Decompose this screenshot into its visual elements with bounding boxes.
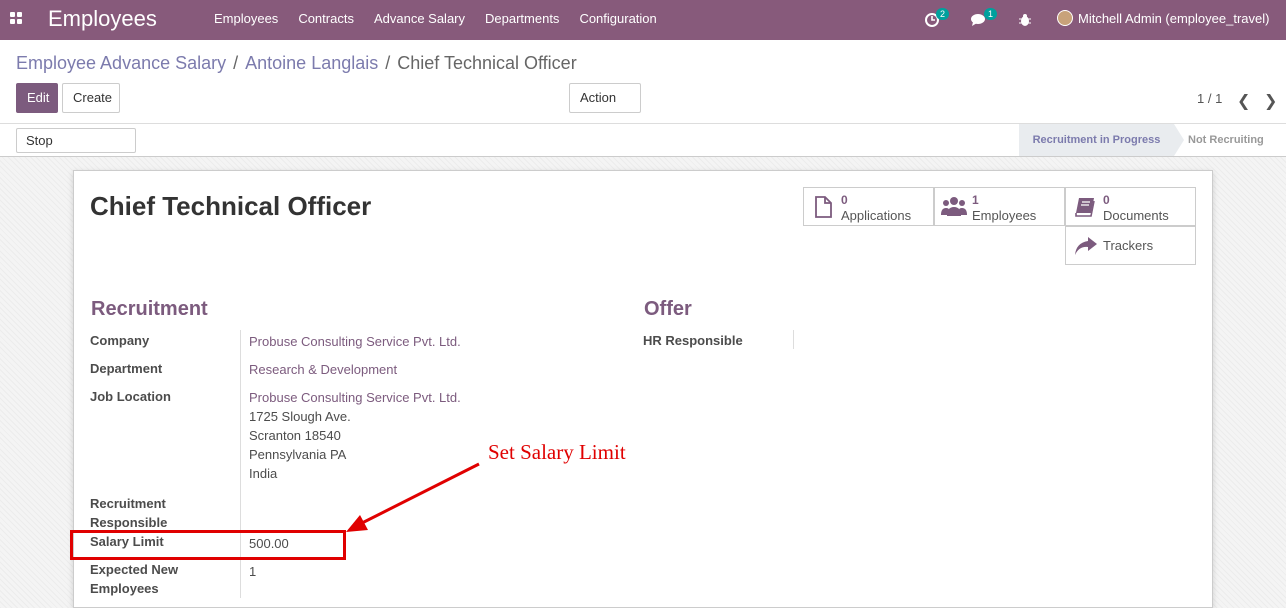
menu-departments[interactable]: Departments — [485, 11, 559, 26]
address-line: Scranton 18540 — [249, 428, 341, 443]
breadcrumb-advance-salary[interactable]: Employee Advance Salary — [16, 53, 226, 73]
avatar — [1057, 10, 1073, 26]
breadcrumb-employee[interactable]: Antoine Langlais — [245, 53, 378, 73]
pager-value[interactable]: 1 / 1 — [1197, 91, 1222, 106]
bug-icon — [1019, 14, 1031, 26]
file-icon — [815, 196, 832, 218]
address-line: 1725 Slough Ave. — [249, 409, 351, 424]
main-menu: Employees Contracts Advance Salary Depar… — [204, 11, 667, 26]
job-location-label: Job Location — [90, 389, 171, 404]
recruitment-section-title: Recruitment — [91, 298, 208, 320]
previous-icon[interactable]: ❮ — [1237, 91, 1250, 111]
documents-button[interactable]: 0 Documents — [1065, 187, 1196, 226]
expected-new-employees-label: Expected New Employees — [90, 562, 179, 596]
stage-not-recruiting[interactable]: Not Recruiting — [1188, 124, 1264, 156]
hr-responsible-label: HR Responsible — [643, 333, 743, 348]
menu-contracts[interactable]: Contracts — [298, 11, 354, 26]
company-value[interactable]: Probuse Consulting Service Pvt. Ltd. — [249, 332, 461, 351]
offer-section-title: Offer — [644, 298, 692, 320]
applications-button[interactable]: 0 Applications — [803, 187, 934, 226]
apps-menu-icon[interactable] — [10, 12, 22, 24]
app-title: Employees — [48, 6, 157, 31]
book-icon — [1075, 198, 1095, 217]
top-navbar: Employees Employees Contracts Advance Sa… — [0, 0, 1286, 40]
message-count-badge: 1 — [984, 8, 998, 20]
menu-advance-salary[interactable]: Advance Salary — [374, 11, 465, 26]
share-icon — [1075, 237, 1097, 255]
breadcrumb-current: Chief Technical Officer — [397, 53, 577, 73]
expected-new-employees-value: 1 — [249, 564, 257, 579]
address-line: India — [249, 466, 278, 481]
activity-count-badge: 2 — [936, 8, 950, 20]
address-line: Pennsylvania PA — [249, 447, 347, 462]
job-location-value[interactable]: Probuse Consulting Service Pvt. Ltd. — [249, 388, 461, 407]
breadcrumb: Employee Advance Salary / Antoine Langlais… — [16, 53, 577, 73]
menu-employees[interactable]: Employees — [214, 11, 278, 26]
stage-recruitment-in-progress[interactable]: Recruitment in Progress — [1019, 124, 1184, 156]
trackers-button[interactable]: Trackers — [1065, 226, 1196, 265]
user-name: Mitchell Admin (employee_travel) — [1078, 10, 1270, 26]
recruitment-responsible-label: Recruitment Responsible — [90, 496, 168, 530]
form-statusbar: Stop Recruitment Recruitment in Progress… — [0, 124, 1286, 171]
create-button[interactable]: Create — [62, 83, 120, 113]
department-label: Department — [90, 361, 163, 376]
company-label: Company — [90, 333, 150, 348]
user-menu[interactable]: Mitchell Admin (employee_travel) — [1057, 10, 1269, 26]
action-dropdown[interactable]: Action — [569, 83, 641, 129]
stop-recruitment-button[interactable]: Stop Recruitment — [16, 128, 136, 171]
users-icon — [941, 197, 967, 216]
department-value[interactable]: Research & Development — [249, 360, 397, 379]
job-title: Chief Technical Officer — [90, 191, 372, 221]
salary-limit-highlight-box — [70, 530, 346, 560]
annotation-text: Set Salary Limit — [488, 440, 626, 464]
employees-button[interactable]: 1 Employees — [934, 187, 1065, 226]
next-icon[interactable]: ❯ — [1264, 91, 1277, 111]
menu-configuration[interactable]: Configuration — [579, 11, 656, 26]
edit-button[interactable]: Edit — [16, 83, 58, 113]
action-label: Action — [580, 90, 617, 105]
